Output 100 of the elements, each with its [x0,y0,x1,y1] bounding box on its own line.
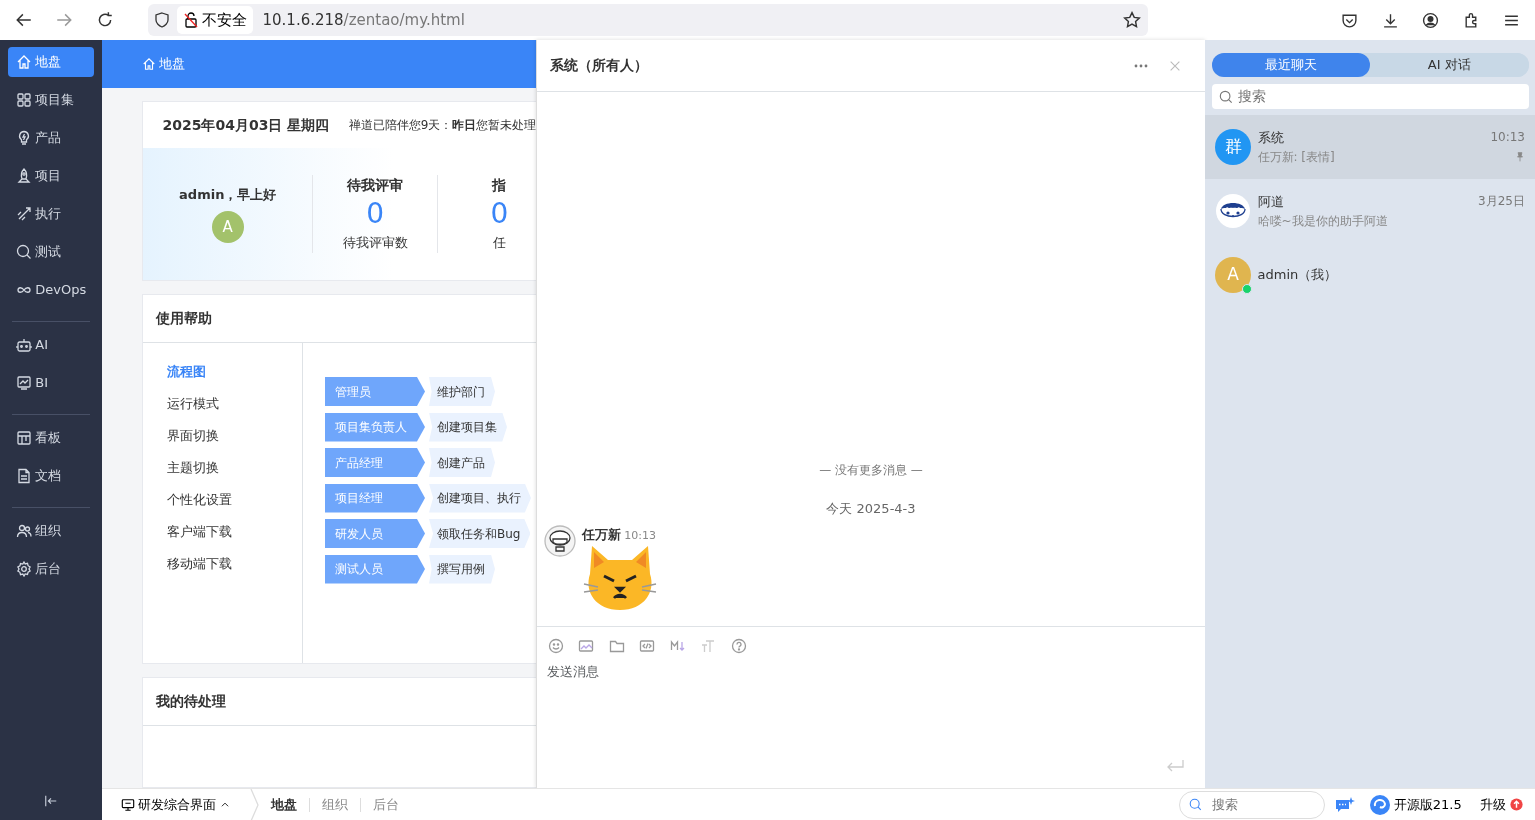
conversation-name: 阿道 [1257,193,1284,212]
search-icon [1189,797,1203,811]
stat-caption: 任 [492,234,506,253]
avatar: 群 [1215,129,1251,165]
role-step: 测试人员 [325,554,425,584]
card-title: 我的待处理 [156,692,226,711]
search-field[interactable]: 搜索 [1211,83,1529,109]
grinning-face-avatar-icon [543,524,576,557]
bottom-tab[interactable]: 组织 [308,797,360,812]
help-topic-link[interactable]: 主题切换 [167,452,219,484]
sidebar-item[interactable]: DevOps [8,274,94,305]
monitor-icon [121,797,135,812]
conversation-time: 3月25日 [1478,193,1525,211]
message-time: 10:13 [624,527,656,544]
conversation-preview: 任万新: [表情] [1257,148,1335,166]
download-icon[interactable] [1381,11,1399,29]
stat-caption: 待我评审数 [342,234,408,253]
sidebar-item[interactable]: AI [8,329,94,360]
help-topic-link[interactable]: 运行模式 [167,388,219,420]
conversation-name: admin（我） [1257,266,1338,285]
sidebar-item[interactable]: 后台 [8,553,94,584]
version-button[interactable]: 开源版21.5 [1362,792,1468,817]
stat-value[interactable]: 0 [490,199,509,231]
help-topic-link[interactable]: 个性化设置 [167,484,232,516]
account-icon[interactable] [1422,11,1439,29]
shield-icon [154,12,170,28]
robot-icon [16,336,32,353]
settings-icon [16,560,32,577]
bulb-icon [16,129,32,146]
conversation-item[interactable]: A admin（我） [1205,243,1535,307]
bottom-tab[interactable]: 后台 [359,797,411,812]
sidebar-item[interactable]: 测试 [8,236,94,267]
stat-title: 指 [492,176,507,196]
collapse-icon [44,793,58,808]
greeting-text: admin，早上好 [179,186,277,204]
image-icon[interactable] [578,637,594,654]
search-field[interactable]: 搜索 [1179,790,1326,819]
more-icon [1134,63,1148,68]
stat-title: 待我评审 [347,176,404,196]
back-icon [14,11,33,29]
enter-icon [1165,757,1185,774]
rocket-icon [16,167,32,184]
stat-value[interactable]: 0 [366,199,385,231]
workspace-menu-button[interactable]: 研发综合界面 [115,793,236,816]
conversation-name: 系统 [1257,129,1284,148]
end-notice: — 没有更多消息 — [819,462,923,479]
pocket-icon[interactable] [1341,11,1358,29]
sidebar-item[interactable]: 产品 [8,122,94,153]
page-title: 地盘 [159,55,186,74]
help-topic-link[interactable]: 界面切换 [167,420,219,452]
role-step: 项目经理 [325,483,425,513]
upgrade-button[interactable]: 升级 [1474,793,1529,816]
upgrade-icon [1509,798,1523,811]
sidebar-item[interactable]: 项目 [8,160,94,191]
lock-slash-icon [182,12,199,28]
sender-name: 任万新 [582,525,621,544]
date-divider: 今天 2025-4-3 [826,499,916,518]
code-icon[interactable] [639,637,655,654]
text-size-icon[interactable] [700,637,716,654]
sidebar-item[interactable]: 项目集 [8,84,94,115]
sidebar-item[interactable]: 文档 [8,460,94,491]
search-icon [1218,89,1233,104]
security-button[interactable]: 不安全 [176,5,253,35]
help-topic-link[interactable]: 流程图 [167,356,206,388]
task-step: 创建产品 [429,448,495,477]
sidebar-item[interactable]: BI [8,367,94,398]
card-title: 使用帮助 [156,309,212,328]
conversation-preview: 哈喽~我是你的助手阿道 [1257,212,1388,230]
message-input[interactable]: 发送消息 [537,657,1205,750]
task-step: 创建项目集 [429,412,507,442]
task-step: 维护部门 [429,377,495,406]
sidebar-item[interactable]: 组织 [8,515,94,546]
home-icon [16,53,32,70]
running-figure-icon [16,205,32,222]
address-bar[interactable]: 不安全 10.1.6.218/zentao/my.html [147,4,1148,36]
document-icon [16,467,32,484]
sidebar-item[interactable]: 执行 [8,198,94,229]
conversation-item[interactable]: 阿道 3月25日 哈喽~我是你的助手阿道 [1205,179,1535,243]
task-step: 领取任务和Bug [429,519,531,548]
chart-icon [16,374,32,391]
emoji-icon[interactable] [547,637,564,654]
role-step: 研发人员 [325,519,425,548]
star-icon[interactable] [1123,11,1141,29]
board-icon [16,429,32,446]
task-step: 创建项目、执行 [429,483,531,513]
chat-tab[interactable]: 最近聊天 [1211,53,1370,77]
swirl-logo-icon [1368,793,1391,816]
role-step: 项目集负责人 [325,412,425,442]
home-icon [142,57,156,71]
cartoon-face-avatar-icon [1215,193,1251,229]
chat-title: 系统（所有人） [550,56,649,75]
forward-icon [55,11,73,29]
bottom-tab[interactable]: 地盘 [258,797,309,812]
sidebar-item[interactable]: 地盘 [8,46,94,77]
help-topic-link[interactable]: 客户端下载 [167,516,232,548]
conversation-item[interactable]: 群 系统 10:13 任万新: [表情] [1205,115,1535,179]
avatar: A [1215,257,1251,293]
help-topic-link[interactable]: 移动端下载 [167,548,232,580]
sidebar-item[interactable]: 看板 [8,422,94,453]
help-icon[interactable] [730,637,747,654]
